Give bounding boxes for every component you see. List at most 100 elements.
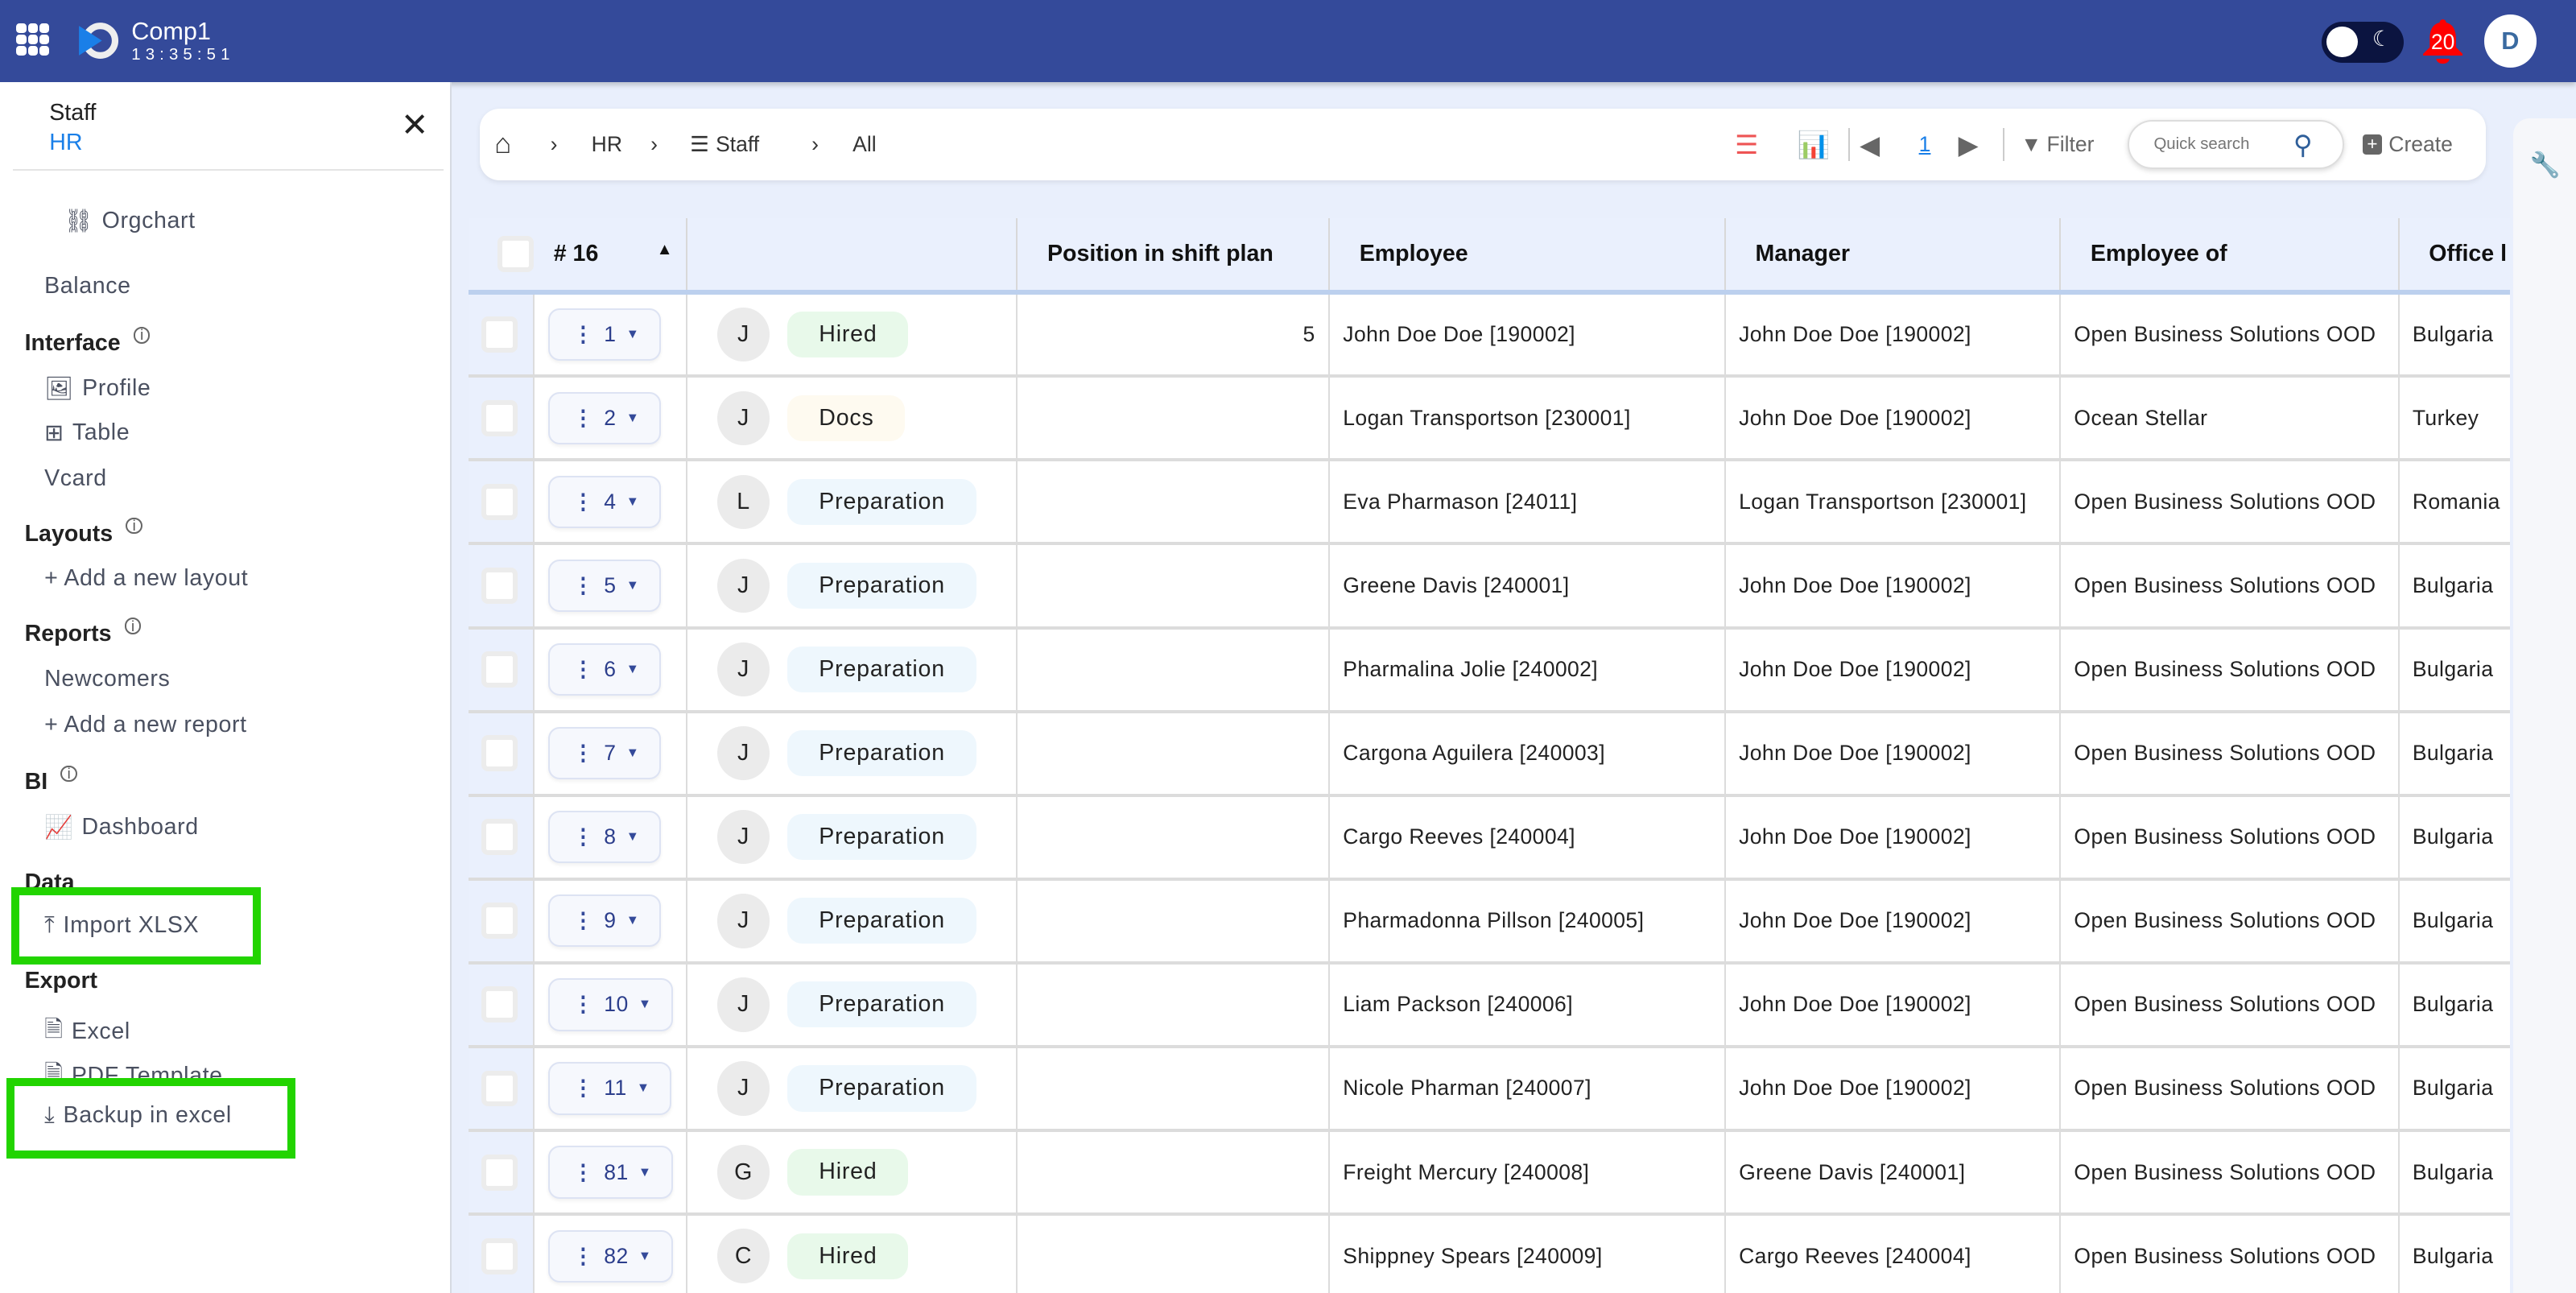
table-row[interactable]: ⋮ 81 ▼ G Hired Freight Mercury [240008] Gre… [468,1130,2511,1217]
manager-cell[interactable]: John Doe Doe [190002] [1724,376,2062,462]
table-row[interactable]: ⋮ 6 ▼ J Preparation Pharmalina Jolie [24000… [468,627,2511,713]
info-icon[interactable]: i [126,517,142,535]
row-select[interactable] [468,878,535,965]
column-header-count[interactable]: # 16 ▲ [534,218,688,295]
page-number[interactable]: 1 [1919,109,1931,181]
create-button[interactable]: + Create [2362,109,2453,181]
table-row[interactable]: ⋮ 8 ▼ J Preparation Cargo Reeves [240004] J… [468,795,2511,881]
sidebar-item-orgchart[interactable]: ⛓ Orgchart [64,207,196,235]
select-all[interactable] [468,218,535,295]
row-actions-button[interactable]: ⋮ 10 ▼ [547,978,673,1031]
sidebar-item-balance[interactable]: Balance [44,273,131,299]
employer-cell[interactable]: Open Business Solutions OOD [2060,627,2400,713]
employee-cell[interactable]: Eva Pharmason [24011] [1328,460,1726,546]
manager-cell[interactable]: Greene Davis [240001] [1724,1130,2062,1217]
row-select[interactable] [468,1214,535,1293]
row-select[interactable] [468,627,535,713]
close-icon[interactable]: ✕ [401,105,428,144]
employer-cell[interactable]: Open Business Solutions OOD [2060,711,2400,797]
employer-cell[interactable]: Open Business Solutions OOD [2060,543,2400,630]
wrench-icon[interactable]: 🔧 [2530,151,2561,180]
quick-search[interactable]: ⚲ [2127,119,2345,170]
breadcrumb-staff[interactable]: ☰ Staff [690,109,759,181]
row-actions-button[interactable]: ⋮ 9 ▼ [547,894,661,948]
employee-cell[interactable]: Logan Transportson [230001] [1328,376,1726,462]
manager-cell[interactable]: John Doe Doe [190002] [1724,292,2062,378]
row-select[interactable] [468,292,535,378]
breadcrumb-all[interactable]: All [852,109,876,181]
employee-cell[interactable]: Pharmalina Jolie [240002] [1328,627,1726,713]
employer-cell[interactable]: Ocean Stellar [2060,376,2400,462]
row-actions-button[interactable]: ⋮ 4 ▼ [547,475,661,529]
info-icon[interactable]: i [60,765,77,783]
manager-cell[interactable]: John Doe Doe [190002] [1724,627,2062,713]
employee-cell[interactable]: Pharmadonna Pillson [240005] [1328,878,1726,965]
employer-cell[interactable]: Open Business Solutions OOD [2060,460,2400,546]
employee-cell[interactable]: Cargo Reeves [240004] [1328,795,1726,881]
manager-cell[interactable]: Cargo Reeves [240004] [1724,1214,2062,1293]
export-excel-button[interactable]: 🗎 Excel [44,1012,130,1051]
employee-cell[interactable]: Shippney Spears [240009] [1328,1214,1726,1293]
sidebar-subtitle[interactable]: HR [49,130,82,156]
employee-cell[interactable]: Cargona Aguilera [240003] [1328,711,1726,797]
row-select[interactable] [468,795,535,881]
row-select[interactable] [468,962,535,1048]
employer-cell[interactable]: Open Business Solutions OOD [2060,795,2400,881]
next-page-icon[interactable]: ▶ [1959,109,1979,181]
column-header-position[interactable]: Position in shift plan [1017,218,1330,295]
table-row[interactable]: ⋮ 7 ▼ J Preparation Cargona Aguilera [24000… [468,711,2511,797]
manager-cell[interactable]: John Doe Doe [190002] [1724,1046,2062,1133]
report-chart-icon[interactable]: 📊 [1798,109,1831,181]
employer-cell[interactable]: Open Business Solutions OOD [2060,292,2400,378]
row-actions-button[interactable]: ⋮ 6 ▼ [547,642,661,696]
employer-cell[interactable]: Open Business Solutions OOD [2060,1130,2400,1217]
sidebar-item-vcard[interactable]: Vcard [44,465,107,492]
employer-cell[interactable]: Open Business Solutions OOD [2060,1046,2400,1133]
employee-cell[interactable]: John Doe Doe [190002] [1328,292,1726,378]
column-header-office[interactable]: Office l [2398,218,2511,295]
logo-icon[interactable] [76,19,122,62]
row-select[interactable] [468,1046,535,1133]
table-row[interactable]: ⋮ 82 ▼ C Hired Shippney Spears [240009] Car… [468,1214,2511,1293]
manager-cell[interactable]: John Doe Doe [190002] [1724,795,2062,881]
row-select[interactable] [468,1130,535,1217]
sidebar-item-profile[interactable]: 🖼 Profile [44,374,151,403]
table-row[interactable]: ⋮ 11 ▼ J Preparation Nicole Pharman [240007… [468,1046,2511,1133]
employer-cell[interactable]: Open Business Solutions OOD [2060,1214,2400,1293]
column-header-employee-of[interactable]: Employee of [2060,218,2400,295]
table-row[interactable]: ⋮ 10 ▼ J Preparation Liam Packson [240006] … [468,962,2511,1048]
row-select[interactable] [468,376,535,462]
table-row[interactable]: ⋮ 1 ▼ J Hired 5 John Doe Doe [190002] John … [468,292,2511,378]
employee-cell[interactable]: Liam Packson [240006] [1328,962,1726,1048]
manager-cell[interactable]: John Doe Doe [190002] [1724,711,2062,797]
notifications-bell[interactable]: 20 [2418,16,2467,65]
row-actions-button[interactable]: ⋮ 82 ▼ [547,1229,673,1283]
employer-cell[interactable]: Open Business Solutions OOD [2060,962,2400,1048]
row-actions-button[interactable]: ⋮ 7 ▼ [547,727,661,780]
manager-cell[interactable]: John Doe Doe [190002] [1724,543,2062,630]
sliders-icon[interactable]: ☰ [1735,109,1758,181]
employee-cell[interactable]: Nicole Pharman [240007] [1328,1046,1726,1133]
employee-cell[interactable]: Greene Davis [240001] [1328,543,1726,630]
apps-grid-icon[interactable] [16,23,50,56]
table-row[interactable]: ⋮ 2 ▼ J Docs Logan Transportson [230001] Jo… [468,376,2511,462]
employee-cell[interactable]: Freight Mercury [240008] [1328,1130,1726,1217]
breadcrumb-hr[interactable]: HR [592,109,622,181]
sidebar-item-newcomers[interactable]: Newcomers [44,666,170,692]
row-actions-button[interactable]: ⋮ 81 ▼ [547,1146,673,1199]
row-select[interactable] [468,711,535,797]
manager-cell[interactable]: John Doe Doe [190002] [1724,878,2062,965]
backup-excel-button[interactable]: ⤓ Backup in excel [44,1102,232,1129]
row-actions-button[interactable]: ⋮ 1 ▼ [547,308,661,361]
row-actions-button[interactable]: ⋮ 2 ▼ [547,391,661,445]
column-header-manager[interactable]: Manager [1724,218,2062,295]
filter-button[interactable]: ▼ Filter [2021,109,2094,181]
search-input[interactable] [2153,135,2293,155]
manager-cell[interactable]: Logan Transportson [230001] [1724,460,2062,546]
row-select[interactable] [468,460,535,546]
theme-toggle[interactable]: ☾ [2321,21,2404,63]
search-icon[interactable]: ⚲ [2293,130,2313,160]
info-icon[interactable]: i [133,326,151,344]
employer-cell[interactable]: Open Business Solutions OOD [2060,878,2400,965]
row-actions-button[interactable]: ⋮ 5 ▼ [547,559,661,613]
